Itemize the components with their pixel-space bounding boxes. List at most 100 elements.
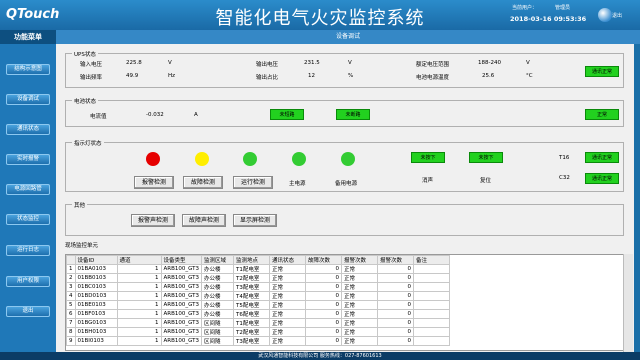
- table-row[interactable]: 8 01BH0103 1 ARB100_GT3 区间隧 T2配电室 正常 0 正常 0: [66, 327, 451, 337]
- table-row[interactable]: 7 01BG0103 1 ARB100_GT3 区间隧 T1配电室 正常 0 正常 0: [66, 318, 451, 328]
- ups-status-button[interactable]: 通讯正常: [585, 66, 619, 77]
- table-cell: 1: [66, 264, 76, 274]
- table-cell: 正常: [341, 264, 379, 274]
- table-cell: T4配电室: [233, 291, 271, 301]
- exit-label[interactable]: 退出: [612, 12, 622, 19]
- sidebar-item-user-rights[interactable]: 用户权限: [6, 276, 50, 287]
- table-cell: ARB100_GT3: [160, 273, 203, 283]
- table-cell: T2配电室: [233, 327, 271, 337]
- table-cell: 0: [305, 273, 343, 283]
- table-row[interactable]: 2 01BB0103 1 ARB100_GT3 办公楼 T2配电室 正常 0 正常 0: [66, 273, 451, 283]
- fault-sound-check-button[interactable]: 故障声检测: [182, 214, 226, 227]
- table-cell: 9: [66, 336, 76, 346]
- sidebar-item-run-log[interactable]: 运行日志: [6, 245, 50, 256]
- sidebar-item-status-monitor[interactable]: 状态监控: [6, 214, 50, 225]
- table-scrollbar[interactable]: [623, 254, 633, 352]
- table-cell: 区间隧: [201, 318, 235, 328]
- c32-status-button[interactable]: 通讯正常: [585, 173, 619, 184]
- ups-group-label: UPS状态: [72, 50, 98, 58]
- exit-icon[interactable]: [598, 8, 612, 22]
- display-check-button[interactable]: 显示屏检测: [233, 214, 277, 227]
- sidebar-item-power-loop[interactable]: 电源回路管: [6, 184, 50, 195]
- main-power-led-icon: [292, 152, 306, 166]
- column-header[interactable]: 报警次数: [377, 255, 415, 265]
- rated-range-unit: V: [526, 60, 530, 66]
- battery-group-label: 电池状态: [72, 97, 99, 105]
- table-cell: 01BH0103: [74, 327, 118, 337]
- table-cell: 3: [66, 282, 76, 292]
- table-cell: 0: [377, 327, 415, 337]
- t16-status-button[interactable]: 通讯正常: [585, 152, 619, 163]
- datetime: 2018-03-16 09:53:36: [510, 15, 587, 23]
- mute-key-state[interactable]: 未按下: [411, 152, 445, 163]
- ups-group: UPS状态: [65, 50, 624, 88]
- table-cell: 1: [116, 327, 162, 337]
- table-cell: 正常: [341, 309, 379, 319]
- table-cell: 正常: [269, 300, 307, 310]
- table-cell: 0: [305, 264, 343, 274]
- table-cell: T2配电室: [233, 273, 271, 283]
- table-cell: 0: [305, 318, 343, 328]
- table-row[interactable]: 3 01BC0103 1 ARB100_GT3 办公楼 T3配电室 正常 0 正常 0: [66, 282, 451, 292]
- column-header[interactable]: 通讯状态: [269, 255, 307, 265]
- column-header[interactable]: 设备ID: [74, 255, 118, 265]
- table-cell: 01BE0103: [74, 300, 118, 310]
- column-header[interactable]: 监测地点: [233, 255, 271, 265]
- alarm-sound-check-button[interactable]: 报警声检测: [131, 214, 175, 227]
- column-header[interactable]: 通道: [116, 255, 162, 265]
- column-header[interactable]: 监测区域: [201, 255, 235, 265]
- yellow-led-icon: [195, 152, 209, 166]
- table-cell: [413, 291, 451, 301]
- sidebar-item-comm-status[interactable]: 通讯状态: [6, 124, 50, 135]
- column-header[interactable]: [66, 255, 76, 265]
- sidebar-item-realtime-alarm[interactable]: 实时报警: [6, 154, 50, 165]
- device-table: 设备ID 通道 设备类型 监测区域 监测地点 通讯状态 故障次数 报警次数 报警次数 备注 1 01…: [65, 254, 624, 351]
- table-cell: 1: [116, 336, 162, 346]
- sidebar-item-device-debug[interactable]: 设备调试: [6, 94, 50, 105]
- table-cell: 正常: [341, 273, 379, 283]
- table-cell: [413, 336, 451, 346]
- column-header[interactable]: 设备类型: [160, 255, 203, 265]
- table-row[interactable]: 5 01BE0103 1 ARB100_GT3 办公楼 T5配电室 正常 0 正常 0: [66, 300, 451, 310]
- fault-check-button[interactable]: 故障检测: [183, 176, 223, 189]
- table-cell: ARB100_GT3: [160, 282, 203, 292]
- table-cell: 办公楼: [201, 291, 235, 301]
- table-row[interactable]: 6 01BF0103 1 ARB100_GT3 办公楼 T6配电室 正常 0 正常 0: [66, 309, 451, 319]
- user-name: 管理员: [555, 5, 571, 11]
- table-cell: 01BB0103: [74, 273, 118, 283]
- column-header[interactable]: 报警次数: [341, 255, 379, 265]
- table-cell: 正常: [269, 264, 307, 274]
- not-open-button[interactable]: 未断路: [336, 109, 370, 120]
- sidebar-item-structure[interactable]: 结构示意图: [6, 64, 50, 75]
- table-cell: T5配电室: [233, 300, 271, 310]
- column-header[interactable]: 故障次数: [305, 255, 343, 265]
- table-row[interactable]: 1 01BA0103 1 ARB100_GT3 办公楼 T1配电室 正常 0 正常 0: [66, 264, 451, 274]
- output-ratio-label: 输出占比: [256, 75, 279, 81]
- table-cell: 正常: [269, 291, 307, 301]
- table-cell: 8: [66, 327, 76, 337]
- table-cell: 正常: [341, 291, 379, 301]
- table-cell: 正常: [269, 318, 307, 328]
- column-header[interactable]: 备注: [413, 255, 451, 265]
- main-power-label: 主电源: [289, 181, 306, 187]
- table-row[interactable]: 4 01BD0103 1 ARB100_GT3 办公楼 T4配电室 正常 0 正常 0: [66, 291, 451, 301]
- other-group-label: 其他: [72, 201, 88, 209]
- table-cell: 1: [116, 309, 162, 319]
- sidebar-item-exit[interactable]: 退出: [6, 306, 50, 317]
- alarm-check-button[interactable]: 报警检测: [134, 176, 174, 189]
- table-cell: 01BG0103: [74, 318, 118, 328]
- table-cell: T3配电室: [233, 336, 271, 346]
- table-cell: 1: [116, 273, 162, 283]
- table-title: 现场监控单元: [65, 243, 99, 249]
- reset-key-state[interactable]: 未按下: [469, 152, 503, 163]
- table-cell: 正常: [341, 336, 379, 346]
- battery-status-button[interactable]: 正常: [585, 109, 619, 120]
- table-cell: 7: [66, 318, 76, 328]
- table-row[interactable]: 9 01BI0103 1 ARB100_GT3 区间隧 T3配电室 正常 0 正常 0: [66, 336, 451, 346]
- table-cell: [413, 282, 451, 292]
- table-cell: 0: [377, 291, 415, 301]
- table-cell: 正常: [341, 300, 379, 310]
- run-check-button[interactable]: 运行检测: [233, 176, 273, 189]
- not-shorted-button[interactable]: 未短路: [270, 109, 304, 120]
- table-cell: 0: [305, 282, 343, 292]
